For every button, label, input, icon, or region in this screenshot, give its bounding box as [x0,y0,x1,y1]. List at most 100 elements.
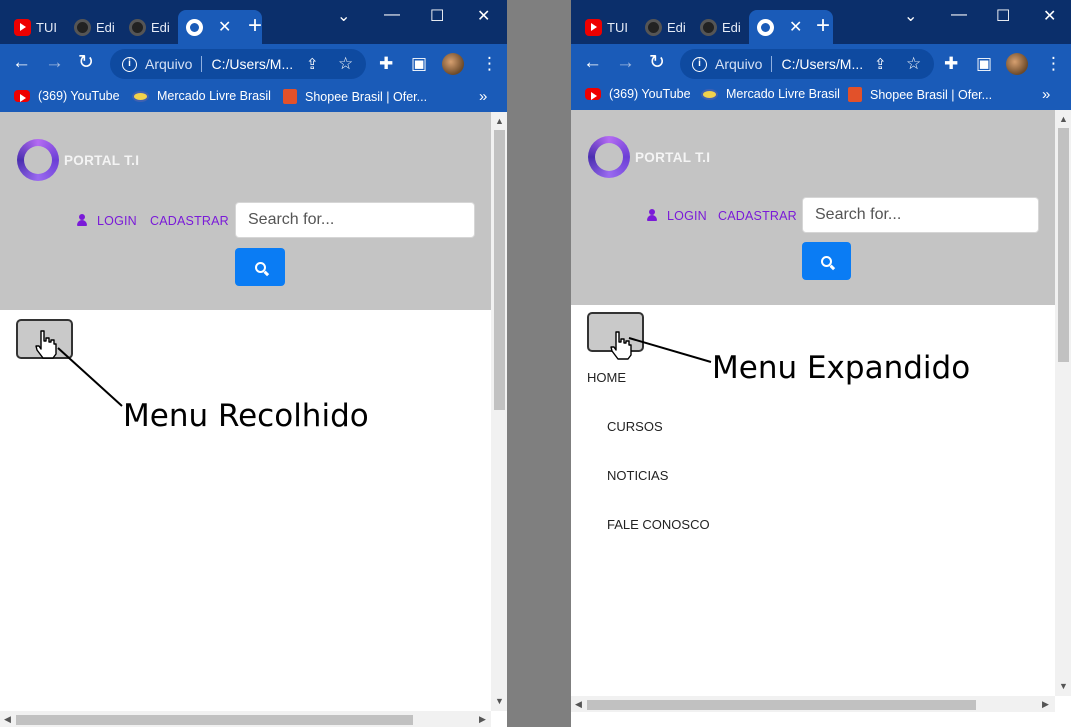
annotation-label: Menu Recolhido [123,398,369,434]
globe-icon [186,18,203,36]
back-icon[interactable]: ← [12,53,31,73]
horizontal-scroll-thumb[interactable] [587,700,976,710]
horizontal-scrollbar[interactable]: ◀ ▶ [571,696,1055,712]
scroll-down-icon[interactable]: ▼ [1059,681,1068,691]
vertical-scrollbar[interactable]: ▲ ▼ [491,112,507,711]
youtube-icon [14,90,30,102]
scroll-right-icon[interactable]: ▶ [479,714,486,724]
bookmark-label: Mercado Livre Brasil [157,89,271,103]
bookmark-youtube[interactable]: (369) YouTube [14,89,120,103]
tab-github-2[interactable]: Edi [121,10,173,44]
browser-menu-icon[interactable]: ⋮ [1045,54,1062,74]
bookmark-label: (369) YouTube [38,89,120,103]
browser-window-collapsed: TUI Edi Edi ✕ + ⌄ — ☐ ✕ ← → ↻ i Arquivo … [0,0,507,727]
tab-search-icon[interactable]: ⌄ [904,6,917,26]
github-icon [74,18,91,36]
tab-label: Edi [96,19,115,35]
bookmark-star-icon[interactable]: ☆ [906,54,921,74]
youtube-icon [585,18,602,36]
scroll-up-icon[interactable]: ▲ [1059,114,1068,124]
extensions-icon[interactable]: ✚ [944,54,958,74]
menu-item-home[interactable]: HOME [587,370,626,385]
new-tab-button[interactable]: + [248,14,262,38]
menu-item-cursos[interactable]: CURSOS [607,419,663,434]
reload-icon[interactable]: ↻ [649,53,665,73]
extensions-icon[interactable]: ✚ [379,54,393,74]
browser-window-expanded: TUI Edi Edi ✕ + ⌄ — ☐ ✕ ← → ↻ i Arquivo … [571,0,1071,727]
annotation-label: Menu Expandido [712,350,971,386]
tab-search-icon[interactable]: ⌄ [337,6,350,26]
side-panel-icon[interactable]: ▣ [976,54,992,74]
bookmarks-bar: (369) YouTube Mercado Livre Brasil Shope… [571,82,1071,110]
vertical-scroll-thumb[interactable] [494,130,505,410]
share-icon[interactable]: ⇪ [306,55,319,73]
menu-item-fale-conosco[interactable]: FALE CONOSCO [607,517,710,532]
profile-avatar[interactable] [1006,53,1028,75]
youtube-icon [14,18,31,36]
info-icon[interactable]: i [122,56,137,72]
reload-icon[interactable]: ↻ [78,53,94,73]
bookmark-shopee[interactable]: Shopee Brasil | Ofer... [283,89,427,104]
close-window-icon[interactable]: ✕ [1043,6,1056,26]
browser-toolbar: ← → ↻ i Arquivo C:/Users/M... ⇪ ☆ ✚ ▣ ⋮ [571,44,1071,84]
vertical-scrollbar[interactable]: ▲ ▼ [1055,110,1071,696]
forward-icon[interactable]: → [616,53,635,73]
side-panel-icon[interactable]: ▣ [411,54,427,74]
bookmark-youtube[interactable]: (369) YouTube [585,87,691,101]
scroll-right-icon[interactable]: ▶ [1042,699,1049,709]
menu-item-noticias[interactable]: NOTICIAS [607,468,668,483]
new-tab-button[interactable]: + [816,14,830,38]
tab-label: TUI [36,19,57,35]
address-divider [201,56,203,72]
github-icon [700,18,717,36]
address-url: C:/Users/M... [781,56,864,72]
scroll-up-icon[interactable]: ▲ [495,116,504,126]
address-bar[interactable]: i Arquivo C:/Users/M... ⇪ ☆ [680,49,934,79]
bookmarks-overflow-icon[interactable]: » [1042,86,1050,103]
github-icon [129,18,146,36]
maximize-icon[interactable]: ☐ [430,6,444,26]
minimize-icon[interactable]: — [951,6,967,24]
address-scheme: Arquivo [715,56,763,72]
close-tab-icon[interactable]: ✕ [789,17,802,37]
minimize-icon[interactable]: — [384,6,400,24]
mercado-livre-icon [701,88,718,100]
bookmark-star-icon[interactable]: ☆ [338,54,353,74]
bookmark-shopee[interactable]: Shopee Brasil | Ofer... [848,87,992,102]
browser-menu-icon[interactable]: ⋮ [481,54,498,74]
horizontal-scrollbar[interactable]: ◀ ▶ [0,711,491,727]
globe-icon [757,18,774,36]
tab-strip: TUI Edi Edi ✕ + ⌄ — ☐ ✕ [571,0,1071,44]
tab-github-1[interactable]: Edi [66,10,118,44]
scroll-left-icon[interactable]: ◀ [575,699,582,709]
address-scheme: Arquivo [145,56,193,72]
tab-label: Edi [151,19,170,35]
bookmark-mercado-livre[interactable]: Mercado Livre Brasil [701,87,840,101]
address-bar[interactable]: i Arquivo C:/Users/M... ⇪ ☆ [110,49,366,79]
info-icon[interactable]: i [692,56,707,72]
bookmarks-overflow-icon[interactable]: » [479,88,487,105]
bookmark-mercado-livre[interactable]: Mercado Livre Brasil [132,89,271,103]
share-icon[interactable]: ⇪ [874,55,887,73]
tab-github-2[interactable]: Edi [692,10,744,44]
scroll-down-icon[interactable]: ▼ [495,696,504,706]
forward-icon[interactable]: → [45,53,64,73]
maximize-icon[interactable]: ☐ [996,6,1010,26]
vertical-scroll-thumb[interactable] [1058,128,1069,362]
scroll-left-icon[interactable]: ◀ [4,714,11,724]
tab-strip: TUI Edi Edi ✕ + ⌄ — ☐ ✕ [0,0,507,44]
close-window-icon[interactable]: ✕ [477,6,490,26]
browser-toolbar: ← → ↻ i Arquivo C:/Users/M... ⇪ ☆ ✚ ▣ ⋮ [0,44,507,84]
horizontal-scroll-thumb[interactable] [16,715,413,725]
tab-label: Edi [667,19,686,35]
tab-github-1[interactable]: Edi [637,10,689,44]
profile-avatar[interactable] [442,53,464,75]
close-tab-icon[interactable]: ✕ [218,17,231,37]
back-icon[interactable]: ← [583,53,602,73]
address-divider [771,56,773,72]
address-url: C:/Users/M... [211,56,294,72]
tab-youtube[interactable]: TUI [577,10,629,44]
bookmark-label: Shopee Brasil | Ofer... [870,87,993,102]
bookmark-label: Shopee Brasil | Ofer... [305,89,428,104]
tab-youtube[interactable]: TUI [6,10,58,44]
